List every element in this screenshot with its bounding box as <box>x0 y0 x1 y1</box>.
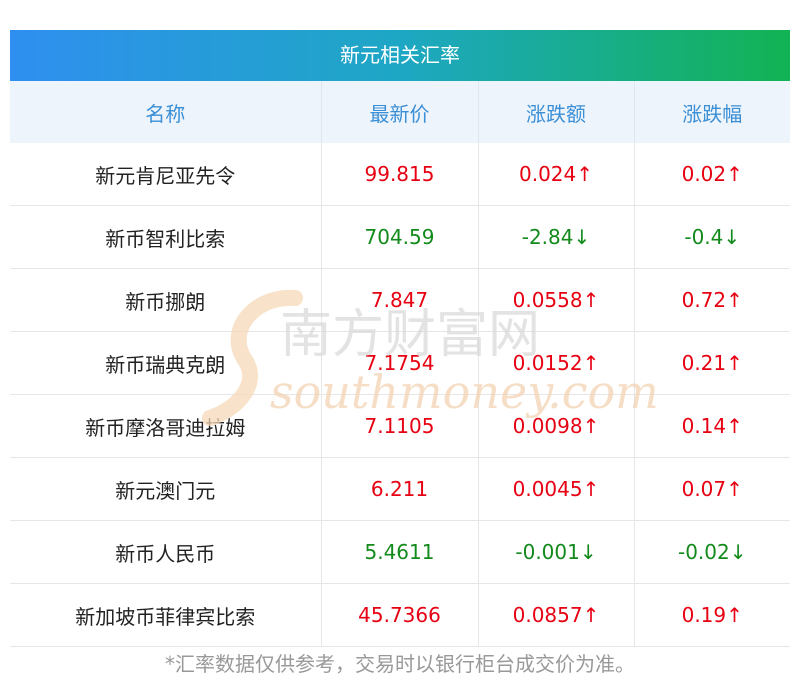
change-percent: 0.72↑ <box>634 268 790 332</box>
currency-name: 新加坡币菲律宾比索 <box>10 583 322 647</box>
change-percent: 0.14↑ <box>634 394 790 458</box>
latest-price: 7.1754 <box>321 331 479 395</box>
currency-name: 新元肯尼亚先令 <box>10 143 322 206</box>
change-amount: 0.0098↑ <box>478 394 635 458</box>
table-row: 新元肯尼亚先令 99.815 0.024↑ 0.02↑ <box>10 143 790 206</box>
rates-panel: 新元相关汇率 名称 最新价 涨跌额 涨跌幅 新元肯尼亚先令 99.815 0.0… <box>10 30 790 647</box>
change-percent: 0.02↑ <box>634 143 790 206</box>
change-percent: 0.19↑ <box>634 583 790 647</box>
latest-price: 99.815 <box>321 143 479 206</box>
currency-name: 新币摩洛哥迪拉姆 <box>10 394 322 458</box>
latest-price: 7.847 <box>321 268 479 332</box>
currency-name: 新币人民币 <box>10 520 322 584</box>
header-name: 名称 <box>10 81 322 143</box>
currency-name: 新元澳门元 <box>10 457 322 521</box>
table-row: 新元澳门元 6.211 0.0045↑ 0.07↑ <box>10 457 790 521</box>
header-price: 最新价 <box>321 81 479 143</box>
change-amount: 0.0045↑ <box>478 457 635 521</box>
table-row: 新币人民币 5.4611 -0.001↓ -0.02↓ <box>10 520 790 584</box>
currency-name: 新币瑞典克朗 <box>10 331 322 395</box>
currency-name: 新币智利比索 <box>10 205 322 269</box>
change-percent: -0.02↓ <box>634 520 790 584</box>
change-amount: 0.024↑ <box>478 143 635 206</box>
latest-price: 704.59 <box>321 205 479 269</box>
table-row: 新加坡币菲律宾比索 45.7366 0.0857↑ 0.19↑ <box>10 583 790 647</box>
panel-title: 新元相关汇率 <box>10 30 790 81</box>
currency-name: 新币挪朗 <box>10 268 322 332</box>
latest-price: 7.1105 <box>321 394 479 458</box>
header-pct: 涨跌幅 <box>634 81 790 143</box>
latest-price: 45.7366 <box>321 583 479 647</box>
change-amount: 0.0152↑ <box>478 331 635 395</box>
change-percent: -0.4↓ <box>634 205 790 269</box>
table-row: 新币摩洛哥迪拉姆 7.1105 0.0098↑ 0.14↑ <box>10 394 790 458</box>
table-row: 新币挪朗 7.847 0.0558↑ 0.72↑ <box>10 268 790 332</box>
change-amount: -2.84↓ <box>478 205 635 269</box>
table-header-row: 名称 最新价 涨跌额 涨跌幅 <box>10 81 790 143</box>
latest-price: 6.211 <box>321 457 479 521</box>
latest-price: 5.4611 <box>321 520 479 584</box>
disclaimer-text: *汇率数据仅供参考，交易时以银行柜台成交价为准。 <box>165 652 635 676</box>
change-amount: -0.001↓ <box>478 520 635 584</box>
change-amount: 0.0857↑ <box>478 583 635 647</box>
change-amount: 0.0558↑ <box>478 268 635 332</box>
rates-table: 名称 最新价 涨跌额 涨跌幅 新元肯尼亚先令 99.815 0.024↑ 0.0… <box>10 81 790 647</box>
table-row: 新币智利比索 704.59 -2.84↓ -0.4↓ <box>10 205 790 269</box>
header-change: 涨跌额 <box>478 81 635 143</box>
change-percent: 0.21↑ <box>634 331 790 395</box>
change-percent: 0.07↑ <box>634 457 790 521</box>
table-row: 新币瑞典克朗 7.1754 0.0152↑ 0.21↑ <box>10 331 790 395</box>
